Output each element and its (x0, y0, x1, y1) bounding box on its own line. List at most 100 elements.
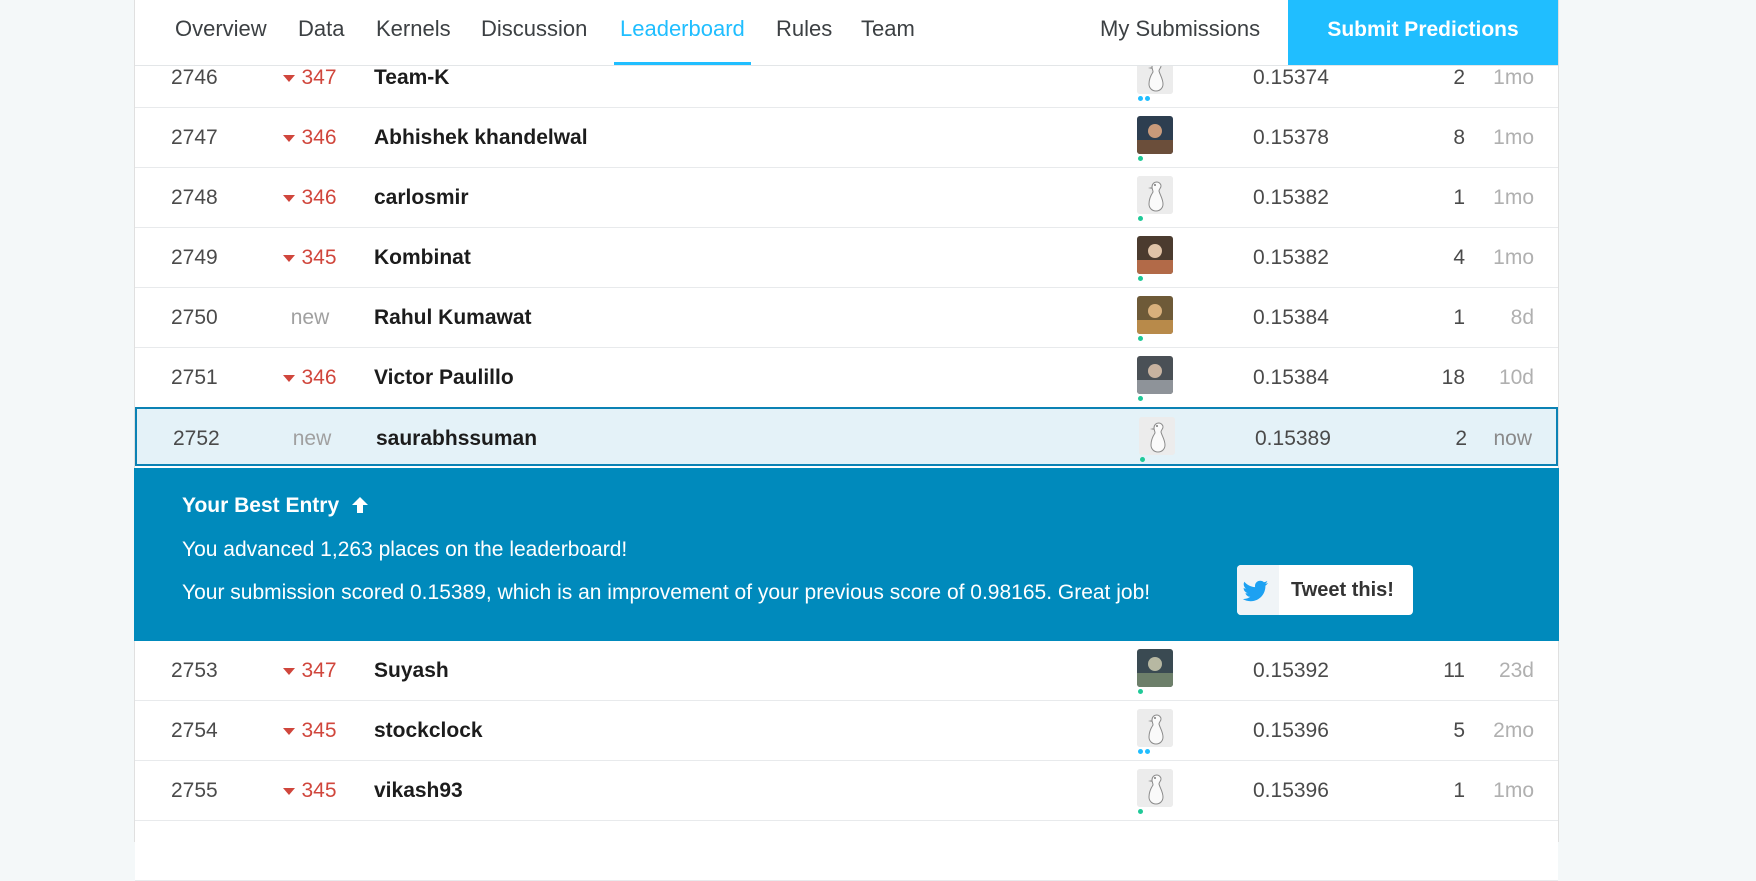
tab-kernels[interactable]: Kernels (376, 0, 451, 62)
team-name-link[interactable]: vikash93 (374, 761, 463, 820)
tweet-button[interactable]: Tweet this! (1237, 565, 1413, 615)
rank-change-cell: new (265, 288, 355, 347)
tab-discussion[interactable]: Discussion (481, 0, 587, 62)
score-improvement-text: Your submission scored 0.15389, which is… (182, 581, 1151, 604)
rank-cell: 2751 (171, 366, 218, 389)
rank-change-value: 345 (301, 719, 337, 742)
team-name-link[interactable]: Victor Paulillo (374, 348, 514, 407)
score-cell: 0.15378 (1253, 126, 1329, 149)
rank-change-cell: 346 (265, 348, 355, 407)
team-name-link[interactable]: stockclock (374, 701, 483, 760)
rank-cell: 2747 (171, 126, 218, 149)
avatar[interactable] (1137, 236, 1173, 274)
caret-down-icon (283, 667, 296, 675)
best-entry-banner: Your Best Entry You advanced 1,263 place… (134, 468, 1559, 641)
avatar[interactable] (1137, 296, 1173, 334)
tab-leaderboard[interactable]: Leaderboard (614, 0, 751, 65)
my-entry-row[interactable]: 2752 new saurabhssuman 0.15389 2 now (135, 407, 1558, 466)
table-row[interactable]: 2748 346 carlosmir 0.15382 1 1mo (135, 168, 1558, 228)
avatar[interactable] (1139, 417, 1175, 455)
table-row-partial (135, 821, 1558, 881)
rank-change-value: 345 (301, 246, 337, 269)
rank-cell: 2754 (171, 719, 218, 742)
last-submission-cell: 8d (1510, 306, 1534, 329)
avatar[interactable] (1137, 709, 1173, 747)
table-row[interactable]: 2751 346 Victor Paulillo 0.15384 18 10d (135, 348, 1558, 408)
rank-cell: 2752 (173, 427, 220, 450)
tier-dot-icon (1138, 396, 1143, 401)
rank-cell: 2748 (171, 186, 218, 209)
tier-dot-icon (1138, 749, 1143, 754)
rank-change-cell: 345 (265, 228, 355, 287)
rank-change-cell: 346 (265, 108, 355, 167)
score-cell: 0.15382 (1253, 186, 1329, 209)
table-row[interactable]: 2755 345 vikash93 0.15396 1 1mo (135, 761, 1558, 821)
rank-change-value: 346 (301, 186, 337, 209)
tier-dot-icon (1138, 156, 1143, 161)
team-name-link[interactable]: Suyash (374, 641, 449, 700)
team-name-link[interactable]: saurabhssuman (376, 409, 537, 468)
caret-down-icon (283, 254, 296, 262)
submit-predictions-button[interactable]: Submit Predictions (1288, 0, 1558, 65)
score-cell: 0.15396 (1253, 779, 1329, 802)
rank-change-value: new (292, 427, 332, 450)
tier-dot-icon (1138, 216, 1143, 221)
table-row[interactable]: 2754 345 stockclock 0.15396 5 2mo (135, 701, 1558, 761)
table-row[interactable]: 2747 346 Abhishek khandelwal 0.15378 8 1mo (135, 108, 1558, 168)
avatar[interactable] (1137, 176, 1173, 214)
score-cell: 0.15389 (1255, 427, 1331, 450)
rank-change-value: 345 (301, 779, 337, 802)
caret-down-icon (283, 787, 296, 795)
tier-dot-icon (1138, 276, 1143, 281)
leaderboard-panel: Overview Data Kernels Discussion Leaderb… (134, 0, 1559, 881)
last-submission-cell: now (1493, 427, 1532, 450)
team-name-link[interactable]: Abhishek khandelwal (374, 108, 588, 167)
team-name-link[interactable]: Rahul Kumawat (374, 288, 532, 347)
avatar[interactable] (1137, 356, 1173, 394)
caret-down-icon (283, 727, 296, 735)
tier-dot-icon (1138, 96, 1143, 101)
places-advanced-text: You advanced 1,263 places on the leaderb… (182, 538, 628, 561)
avatar[interactable] (1137, 769, 1173, 807)
last-submission-cell: 2mo (1493, 719, 1534, 742)
tier-dot-icon (1138, 809, 1143, 814)
last-submission-cell: 1mo (1493, 246, 1534, 269)
table-row[interactable]: 2750 new Rahul Kumawat 0.15384 1 8d (135, 288, 1558, 348)
tier-dot-icon (1140, 457, 1145, 462)
caret-down-icon (283, 134, 296, 142)
table-row[interactable]: 2749 345 Kombinat 0.15382 4 1mo (135, 228, 1558, 288)
tab-team[interactable]: Team (861, 0, 915, 62)
rank-change-cell: 346 (265, 168, 355, 227)
my-submissions-link[interactable]: My Submissions (1100, 0, 1260, 62)
tab-data[interactable]: Data (298, 0, 344, 62)
rank-cell: 2750 (171, 306, 218, 329)
rank-change-cell: 345 (265, 761, 355, 820)
score-cell: 0.15396 (1253, 719, 1329, 742)
best-entry-title: Your Best Entry (182, 494, 369, 520)
rank-change-value: 347 (301, 66, 337, 89)
tier-dot-icon (1138, 336, 1143, 341)
rank-change-value: 346 (301, 126, 337, 149)
last-submission-cell: 1mo (1493, 779, 1534, 802)
rank-cell: 2755 (171, 779, 218, 802)
rank-change-value: new (290, 306, 330, 329)
score-cell: 0.15384 (1253, 366, 1329, 389)
avatar[interactable] (1137, 649, 1173, 687)
tweet-button-label: Tweet this! (1291, 579, 1394, 601)
team-name-link[interactable]: Kombinat (374, 228, 471, 287)
best-entry-title-text: Your Best Entry (182, 494, 340, 517)
avatar[interactable] (1137, 116, 1173, 154)
team-dot-icon (1145, 749, 1150, 754)
tier-dot-icon (1138, 689, 1143, 694)
table-row[interactable]: 2753 347 Suyash 0.15392 11 23d (135, 641, 1558, 701)
last-submission-cell: 10d (1498, 366, 1534, 389)
tab-rules[interactable]: Rules (776, 0, 832, 62)
caret-down-icon (283, 74, 296, 82)
tab-overview[interactable]: Overview (175, 0, 267, 62)
last-submission-cell: 1mo (1493, 186, 1534, 209)
score-cell: 0.15384 (1253, 306, 1329, 329)
rank-change-value: 347 (301, 659, 337, 682)
last-submission-cell: 1mo (1493, 126, 1534, 149)
team-name-link[interactable]: carlosmir (374, 168, 469, 227)
caret-down-icon (283, 374, 296, 382)
